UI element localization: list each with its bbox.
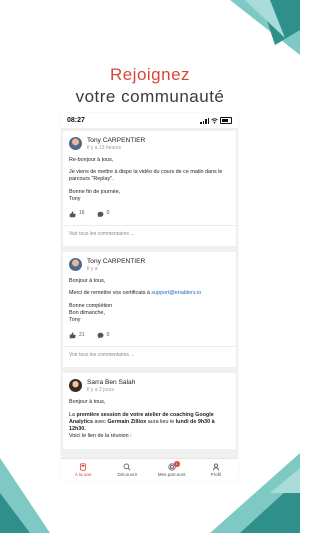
news-icon bbox=[80, 463, 86, 471]
divider bbox=[63, 346, 236, 348]
tab-label: Mes parcours bbox=[157, 472, 186, 477]
post-time: Il y a 13 heures bbox=[87, 145, 122, 151]
post-actions: 21 0 bbox=[69, 330, 230, 340]
post-header: Sarra Ben Salah Il y a 2 jours bbox=[69, 379, 230, 393]
post-text-segment: aura lieu le bbox=[146, 418, 176, 425]
post-header: Tony CARPENTIER Il y a bbox=[69, 258, 230, 272]
post-text-segment: La bbox=[69, 411, 77, 418]
avatar[interactable] bbox=[69, 137, 82, 150]
post-body: Bonjour à tous, Merci de remettre vos ce… bbox=[69, 278, 230, 324]
thumbs-up-icon bbox=[69, 210, 76, 217]
post-text: Tony bbox=[69, 317, 81, 324]
like-button[interactable]: 21 bbox=[69, 332, 85, 339]
post-text: Tony bbox=[69, 195, 81, 202]
post-text: Bonjour à tous, bbox=[69, 399, 106, 406]
post-text-segment: avec bbox=[92, 418, 108, 425]
comment-count: 0 bbox=[106, 210, 110, 217]
post-text: La première session de votre atelier de … bbox=[69, 412, 230, 434]
search-icon bbox=[123, 463, 131, 471]
comment-icon bbox=[97, 211, 104, 217]
thumbs-up-icon bbox=[69, 332, 76, 339]
avatar[interactable] bbox=[69, 379, 82, 393]
comment-count: 0 bbox=[106, 331, 110, 338]
post-body: Re-bonjour à tous, Je viens de mettre à … bbox=[69, 157, 230, 203]
post-time: Il y a bbox=[87, 266, 98, 273]
post-card: Tony CARPENTIER Il y a 13 heures Re-bonj… bbox=[63, 131, 236, 247]
like-count: 21 bbox=[79, 331, 85, 338]
headline-line-1: Rejoignez bbox=[109, 65, 191, 84]
post-body: Bonjour à tous, La première session de v… bbox=[69, 399, 230, 440]
divider bbox=[63, 225, 236, 227]
decorative-shape-bottom-left bbox=[0, 438, 70, 533]
status-icons bbox=[200, 117, 232, 124]
post-author[interactable]: Sarra Ben Salah bbox=[87, 379, 135, 387]
post-text: Merci de remettre vos certificats à supp… bbox=[69, 290, 230, 297]
comment-button[interactable]: 0 bbox=[97, 210, 110, 217]
see-all-comments-link[interactable]: Voir tous les commentaires ... bbox=[69, 352, 230, 363]
decorative-shape-top-right bbox=[190, 0, 300, 70]
post-text-bold: Germain Zilliox bbox=[107, 418, 147, 425]
post-text-segment: Merci de remettre vos certificats à bbox=[69, 290, 150, 297]
post-text: Bonjour à tous, bbox=[69, 278, 106, 285]
battery-icon bbox=[220, 117, 232, 124]
post-text: Je viens de mettre à dispo la vidéo du c… bbox=[69, 169, 223, 183]
wifi-icon bbox=[211, 117, 218, 124]
status-time: 08:27 bbox=[67, 117, 85, 124]
tab-decouvrir[interactable]: Découvrir bbox=[112, 463, 142, 477]
avatar[interactable] bbox=[69, 258, 82, 272]
support-email-link[interactable]: support@enablers.io bbox=[151, 290, 201, 296]
post-actions: 16 0 bbox=[69, 209, 230, 219]
user-icon bbox=[212, 463, 220, 471]
post-text: Voici le lien de la réunion : bbox=[69, 433, 132, 440]
headline-line-2: votre communauté bbox=[75, 87, 225, 106]
phone-screen: 08:27 Tony CARPENTIER Il y a 13 heures R… bbox=[61, 113, 238, 481]
like-button[interactable]: 16 bbox=[69, 210, 85, 217]
tab-label: À la une bbox=[74, 472, 92, 477]
tab-label: Découvrir bbox=[117, 472, 138, 477]
post-text: Bon dimanche, bbox=[69, 309, 105, 316]
post-time: Il y a 2 jours bbox=[87, 387, 114, 394]
headline: Rejoignez votre communauté bbox=[0, 64, 300, 108]
tab-mes-parcours[interactable]: 1 Mes parcours bbox=[157, 461, 187, 477]
post-header: Tony CARPENTIER Il y a 13 heures bbox=[69, 137, 230, 151]
post-card: Sarra Ben Salah Il y a 2 jours Bonjour à… bbox=[63, 373, 236, 450]
notification-badge: 1 bbox=[173, 461, 180, 467]
status-bar: 08:27 bbox=[61, 113, 238, 128]
comment-icon bbox=[97, 332, 104, 339]
like-count: 16 bbox=[79, 210, 85, 217]
post-author[interactable]: Tony CARPENTIER bbox=[87, 258, 145, 266]
see-all-comments-link[interactable]: Voir tous les commentaires ... bbox=[69, 231, 230, 242]
post-text: Re-bonjour à tous, bbox=[69, 157, 114, 163]
post-author[interactable]: Tony CARPENTIER bbox=[87, 137, 145, 145]
tab-a-la-une[interactable]: À la une bbox=[68, 463, 98, 477]
post-card: Tony CARPENTIER Il y a Bonjour à tous, M… bbox=[63, 252, 236, 368]
tab-bar: À la une Découvrir 1 Mes parcours Profil bbox=[61, 458, 238, 481]
feed: Tony CARPENTIER Il y a 13 heures Re-bonj… bbox=[61, 128, 238, 450]
signal-icon bbox=[200, 117, 209, 124]
comment-button[interactable]: 0 bbox=[97, 331, 110, 339]
tab-profil[interactable]: Profil bbox=[201, 463, 231, 477]
post-text: Bonne fin de journée, bbox=[69, 188, 121, 195]
post-text: Bonne complétion bbox=[69, 302, 113, 309]
tab-label: Profil bbox=[210, 472, 222, 477]
